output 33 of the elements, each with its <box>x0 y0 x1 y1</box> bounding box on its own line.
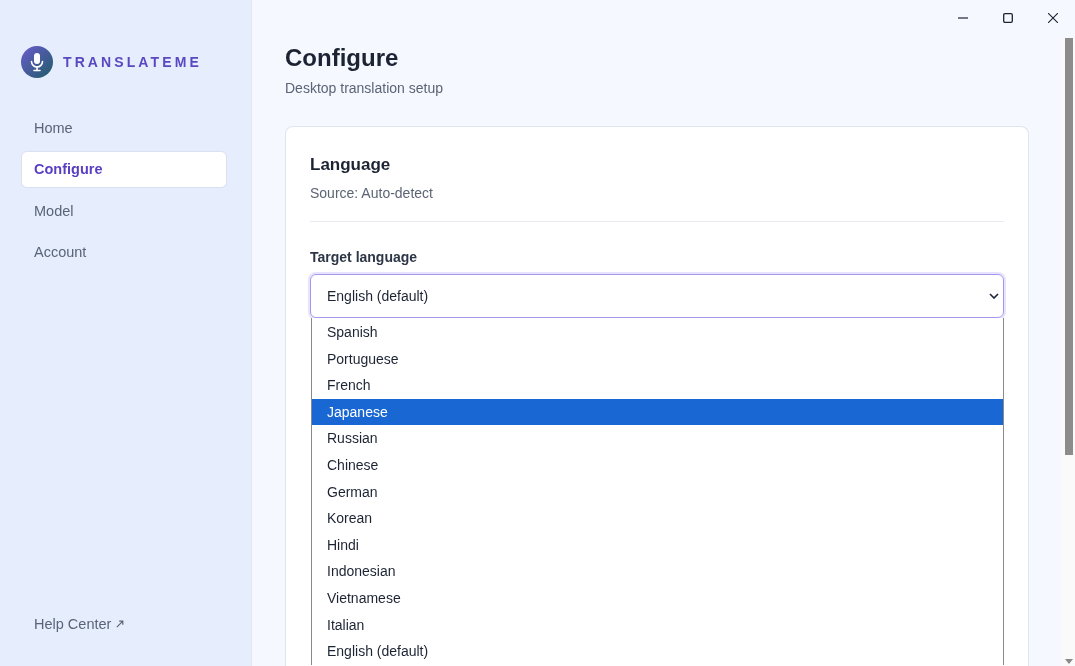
close-icon <box>1047 13 1058 23</box>
dropdown-option[interactable]: Russian <box>312 425 1003 452</box>
dropdown-option[interactable]: English (default) <box>312 638 1003 665</box>
dropdown-option[interactable]: Indonesian <box>312 558 1003 585</box>
maximize-icon <box>1002 13 1013 23</box>
nav-item[interactable]: Home <box>21 110 227 147</box>
dropdown-option[interactable]: Vietnamese <box>312 584 1003 612</box>
help-center-link[interactable]: Help Center <box>34 616 112 632</box>
dropdown-option[interactable]: Italian <box>312 611 1003 639</box>
field-label: Target language <box>310 248 418 267</box>
dropdown-option[interactable]: German <box>312 478 1003 506</box>
nav-item[interactable]: Model <box>21 192 227 230</box>
dropdown-option[interactable]: Spanish <box>312 319 1003 346</box>
brand-name: TRANSLATEME <box>63 54 202 70</box>
dropdown-option[interactable]: Korean <box>312 505 1003 532</box>
microphone-logo-icon <box>21 46 53 78</box>
scroll-down-icon[interactable] <box>1064 659 1073 664</box>
scrollbar[interactable] <box>1062 38 1075 666</box>
page-subtitle: Desktop translation setup <box>285 79 443 98</box>
source-language-text: Source: Auto-detect <box>310 184 434 203</box>
dropdown-option[interactable]: Portuguese <box>312 345 1003 373</box>
scrollbar-thumb[interactable] <box>1064 38 1073 455</box>
card-heading: Language <box>310 154 391 176</box>
nav-item[interactable]: Account <box>21 233 227 271</box>
dropdown-option[interactable]: Chinese <box>312 451 1003 479</box>
chevron-down-icon <box>989 293 999 299</box>
nav-item[interactable]: Configure <box>21 151 227 189</box>
target-language-select[interactable]: English (default) <box>310 274 1004 318</box>
dropdown-option[interactable]: Hindi <box>312 531 1003 559</box>
arrow-up-right-icon <box>116 620 125 628</box>
page-title: Configure <box>285 43 399 73</box>
dropdown-option[interactable]: French <box>312 372 1003 399</box>
dropdown-option[interactable]: Japanese <box>312 398 1003 426</box>
